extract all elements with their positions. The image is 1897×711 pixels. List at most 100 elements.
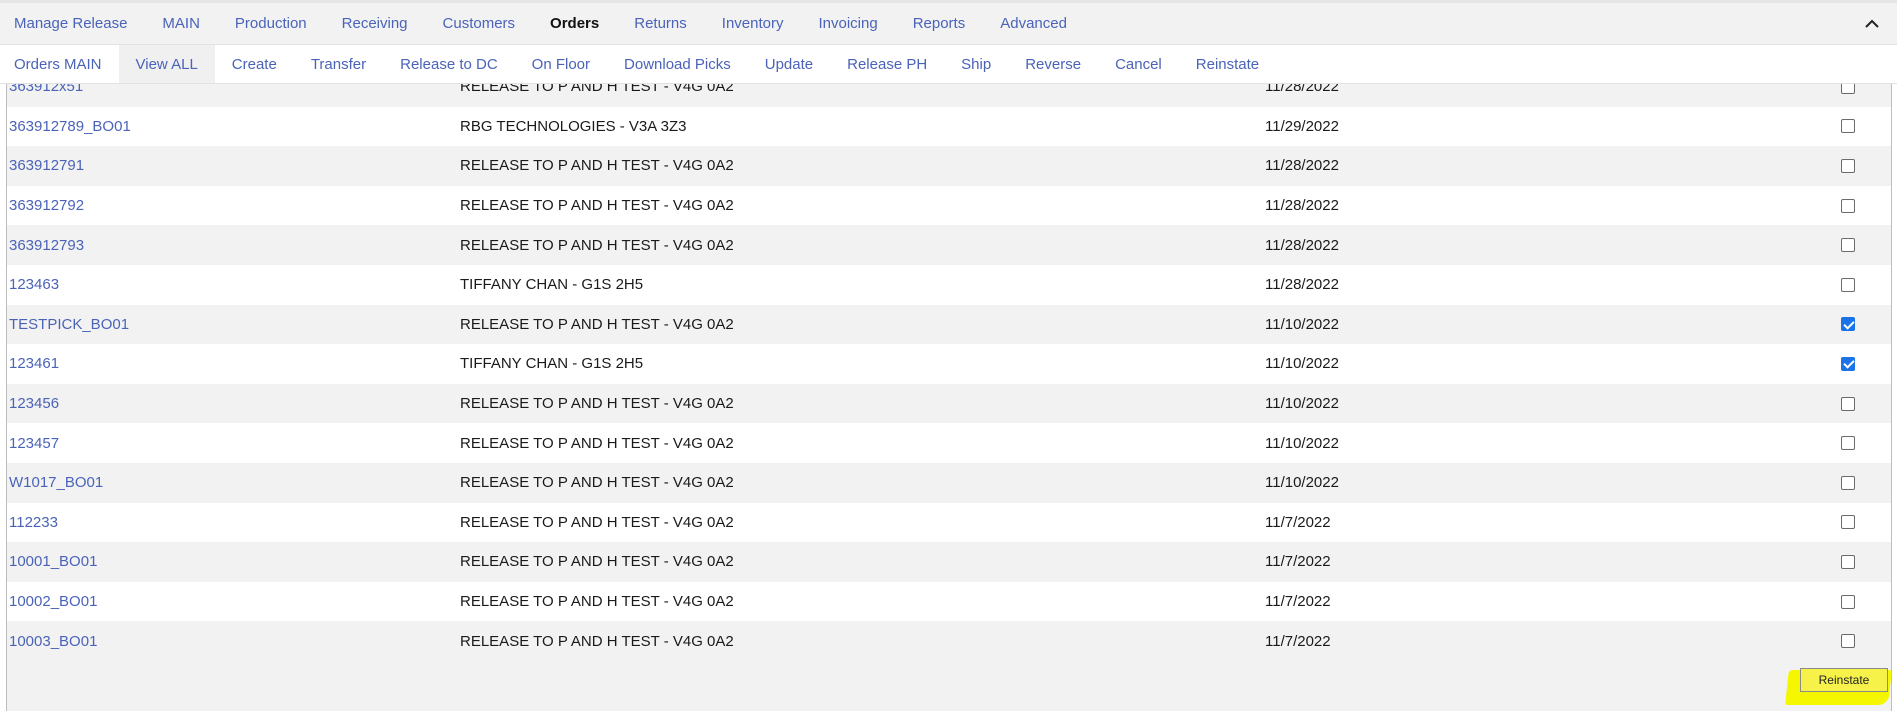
top-nav-advanced[interactable]: Advanced	[1000, 15, 1067, 32]
order-number-link[interactable]: TESTPICK_BO01	[9, 316, 129, 333]
order-number-link[interactable]: 10003_BO01	[9, 633, 97, 650]
sub-nav-update[interactable]: Update	[748, 45, 830, 83]
customer-cell: RELEASE TO P AND H TEST - V4G 0A2	[460, 315, 734, 333]
row-select-checkbox[interactable]	[1841, 396, 1855, 411]
order-number-link[interactable]: 123463	[9, 276, 59, 293]
table-row: 123456 RELEASE TO P AND H TEST - V4G 0A2 1…	[7, 383, 1891, 424]
row-select-checkbox[interactable]	[1841, 356, 1855, 371]
sub-nav: Orders MAIN View ALL Create Transfer Rel…	[0, 45, 1897, 84]
row-select-checkbox[interactable]	[1841, 554, 1855, 569]
customer-cell: RELEASE TO P AND H TEST - V4G 0A2	[460, 632, 734, 650]
order-number-link[interactable]: 123461	[9, 355, 59, 372]
table-row: 112233 RELEASE TO P AND H TEST - V4G 0A2 1…	[7, 502, 1891, 543]
order-number-link[interactable]: 112233	[9, 514, 58, 531]
row-select-checkbox[interactable]	[1841, 158, 1855, 173]
date-cell: 11/10/2022	[1265, 474, 1339, 492]
table-row: 10002_BO01 RELEASE TO P AND H TEST - V4G …	[7, 581, 1891, 622]
sub-nav-release-ph[interactable]: Release PH	[830, 45, 944, 83]
sub-nav-ship[interactable]: Ship	[944, 45, 1008, 83]
table-row: 363912x51 RELEASE TO P AND H TEST - V4G 0…	[7, 84, 1891, 107]
row-select-checkbox[interactable]	[1841, 436, 1855, 451]
row-select-checkbox[interactable]	[1841, 594, 1855, 609]
top-nav-orders[interactable]: Orders	[550, 15, 599, 32]
customer-cell: TIFFANY CHAN - G1S 2H5	[460, 355, 644, 373]
chevron-up-icon[interactable]	[1861, 13, 1883, 35]
orders-table-body: 363912x51 RELEASE TO P AND H TEST - V4G 0…	[7, 84, 1891, 661]
table-row: 363912789_BO01 RBG TECHNOLOGIES - V3A 3Z3…	[7, 106, 1891, 147]
date-cell: 11/29/2022	[1265, 117, 1339, 135]
table-row: 363912793 RELEASE TO P AND H TEST - V4G 0…	[7, 225, 1891, 265]
table-row: 123457 RELEASE TO P AND H TEST - V4G 0A2 1…	[7, 423, 1891, 463]
customer-cell: RELEASE TO P AND H TEST - V4G 0A2	[460, 395, 734, 413]
table-row: 123463 TIFFANY CHAN - G1S 2H5 11/28/2022	[7, 264, 1891, 305]
orders-table: 363912x51 RELEASE TO P AND H TEST - V4G 0…	[6, 84, 1892, 711]
customer-cell: RELEASE TO P AND H TEST - V4G 0A2	[460, 593, 734, 611]
top-nav-inventory[interactable]: Inventory	[722, 15, 784, 32]
order-number-link[interactable]: 363912789_BO01	[9, 118, 131, 135]
top-nav-invoicing[interactable]: Invoicing	[818, 15, 877, 32]
top-nav-customers[interactable]: Customers	[443, 15, 516, 32]
sub-nav-view-all[interactable]: View ALL	[118, 45, 215, 83]
sub-nav-reverse[interactable]: Reverse	[1008, 45, 1098, 83]
customer-cell: RELEASE TO P AND H TEST - V4G 0A2	[460, 553, 734, 571]
top-nav: Manage Release MAIN Production Receiving…	[0, 0, 1897, 45]
order-number-link[interactable]: 363912792	[9, 197, 84, 214]
date-cell: 11/10/2022	[1265, 434, 1339, 452]
date-cell: 11/28/2022	[1265, 276, 1339, 294]
row-select-checkbox[interactable]	[1841, 515, 1855, 530]
sub-nav-create[interactable]: Create	[215, 45, 294, 83]
top-nav-manage-release[interactable]: Manage Release	[14, 15, 127, 32]
customer-cell: RELEASE TO P AND H TEST - V4G 0A2	[460, 236, 734, 254]
row-select-checkbox[interactable]	[1841, 119, 1855, 134]
top-nav-returns[interactable]: Returns	[634, 15, 687, 32]
date-cell: 11/28/2022	[1265, 197, 1339, 215]
sub-nav-cancel[interactable]: Cancel	[1098, 45, 1179, 83]
table-row: W1017_BO01 RELEASE TO P AND H TEST - V4G …	[7, 462, 1891, 503]
order-number-link[interactable]: 10002_BO01	[9, 593, 97, 610]
row-select-checkbox[interactable]	[1841, 238, 1855, 253]
date-cell: 11/7/2022	[1265, 593, 1331, 611]
table-footer	[7, 654, 1891, 711]
top-nav-reports[interactable]: Reports	[913, 15, 966, 32]
top-nav-production[interactable]: Production	[235, 15, 307, 32]
customer-cell: RELEASE TO P AND H TEST - V4G 0A2	[460, 474, 734, 492]
order-number-link[interactable]: 123456	[9, 395, 59, 412]
customer-cell: RELEASE TO P AND H TEST - V4G 0A2	[460, 197, 734, 215]
order-number-link[interactable]: 363912x51	[9, 84, 83, 95]
date-cell: 11/10/2022	[1265, 395, 1339, 413]
order-number-link[interactable]: W1017_BO01	[9, 474, 103, 491]
row-select-checkbox[interactable]	[1841, 475, 1855, 490]
sub-nav-on-floor[interactable]: On Floor	[515, 45, 607, 83]
date-cell: 11/10/2022	[1265, 355, 1339, 373]
date-cell: 11/28/2022	[1265, 84, 1339, 96]
top-nav-main[interactable]: MAIN	[162, 15, 200, 32]
table-row: TESTPICK_BO01 RELEASE TO P AND H TEST - V…	[7, 304, 1891, 345]
table-row: 10001_BO01 RELEASE TO P AND H TEST - V4G …	[7, 542, 1891, 582]
reinstate-button[interactable]: Reinstate	[1800, 668, 1888, 692]
row-select-checkbox[interactable]	[1841, 277, 1855, 292]
customer-cell: RELEASE TO P AND H TEST - V4G 0A2	[460, 434, 734, 452]
customer-cell: RELEASE TO P AND H TEST - V4G 0A2	[460, 157, 734, 175]
date-cell: 11/7/2022	[1265, 513, 1331, 531]
row-select-checkbox[interactable]	[1841, 84, 1855, 94]
sub-nav-transfer[interactable]: Transfer	[294, 45, 383, 83]
customer-cell: RBG TECHNOLOGIES - V3A 3Z3	[460, 117, 687, 135]
sub-nav-download-picks[interactable]: Download Picks	[607, 45, 748, 83]
customer-cell: RELEASE TO P AND H TEST - V4G 0A2	[460, 513, 734, 531]
top-nav-receiving[interactable]: Receiving	[342, 15, 408, 32]
order-number-link[interactable]: 363912791	[9, 157, 84, 174]
sub-nav-release-to-dc[interactable]: Release to DC	[383, 45, 515, 83]
customer-cell: RELEASE TO P AND H TEST - V4G 0A2	[460, 84, 734, 96]
row-select-checkbox[interactable]	[1841, 634, 1855, 649]
order-number-link[interactable]: 363912793	[9, 237, 84, 254]
sub-nav-orders-main[interactable]: Orders MAIN	[0, 45, 119, 83]
order-number-link[interactable]: 123457	[9, 435, 59, 452]
sub-nav-reinstate[interactable]: Reinstate	[1179, 45, 1276, 83]
row-select-checkbox[interactable]	[1841, 317, 1855, 332]
order-number-link[interactable]: 10001_BO01	[9, 553, 97, 570]
date-cell: 11/7/2022	[1265, 632, 1331, 650]
row-select-checkbox[interactable]	[1841, 198, 1855, 213]
date-cell: 11/28/2022	[1265, 157, 1339, 175]
date-cell: 11/28/2022	[1265, 236, 1339, 254]
table-row: 123461 TIFFANY CHAN - G1S 2H5 11/10/2022	[7, 344, 1891, 384]
